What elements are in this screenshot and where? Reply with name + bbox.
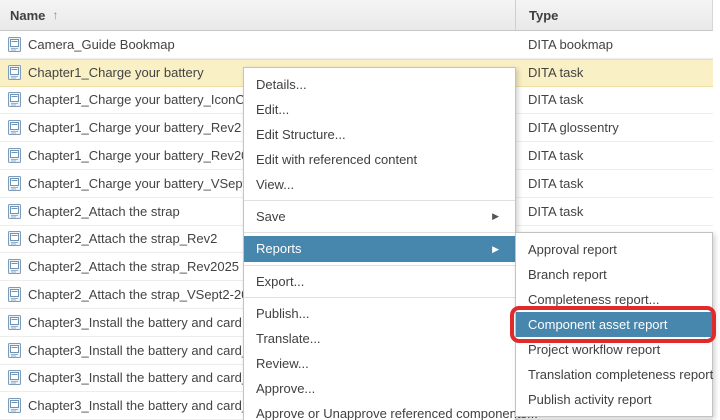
row-type-label: DITA glossentry bbox=[515, 120, 713, 135]
menu-item-label: Save bbox=[256, 209, 286, 224]
submenu-item-label: Completeness report... bbox=[528, 292, 660, 307]
menu-item-reports[interactable]: Reports ▶ bbox=[244, 236, 515, 262]
menu-item-label: Approve or Unapprove referenced componen… bbox=[256, 406, 538, 420]
row-type-label: DITA task bbox=[515, 65, 713, 80]
menu-item-publish[interactable]: Publish... bbox=[244, 301, 515, 326]
row-name-label: Chapter2_Attach the strap bbox=[28, 204, 180, 219]
row-type-label: DITA task bbox=[515, 92, 713, 107]
menu-item-label: Reports bbox=[256, 241, 302, 256]
row-name-label: Chapter3_Install the battery and card bbox=[28, 315, 242, 330]
submenu-item-label: Branch report bbox=[528, 267, 607, 282]
row-type-label: DITA bookmap bbox=[515, 37, 713, 52]
menu-item-label: Translate... bbox=[256, 331, 321, 346]
submenu-item-project-workflow-report[interactable]: Project workflow report bbox=[516, 337, 712, 362]
dita-file-icon bbox=[8, 398, 21, 413]
menu-item-save[interactable]: Save ▶ bbox=[244, 204, 515, 229]
menu-item-label: View... bbox=[256, 177, 294, 192]
row-name-label: Camera_Guide Bookmap bbox=[28, 37, 175, 52]
sort-ascending-icon[interactable]: ↑ bbox=[52, 8, 58, 22]
menu-item-label: Edit... bbox=[256, 102, 289, 117]
dita-file-icon bbox=[8, 37, 21, 52]
menu-item-review[interactable]: Review... bbox=[244, 351, 515, 376]
name-column-label: Name bbox=[10, 8, 45, 23]
menu-separator bbox=[244, 200, 515, 201]
menu-separator bbox=[244, 297, 515, 298]
dita-file-icon bbox=[8, 370, 21, 385]
type-column-label: Type bbox=[529, 8, 558, 23]
submenu-item-publish-activity-report[interactable]: Publish activity report bbox=[516, 387, 712, 412]
menu-item-label: Publish... bbox=[256, 306, 309, 321]
row-name-label: Chapter2_Attach the strap_VSept2-2025 bbox=[28, 287, 263, 302]
submenu-arrow-icon: ▶ bbox=[492, 236, 499, 262]
row-name-cell: Camera_Guide Bookmap bbox=[0, 37, 515, 52]
submenu-item-approval-report[interactable]: Approval report bbox=[516, 237, 712, 262]
row-name-label: Chapter1_Charge your battery bbox=[28, 65, 204, 80]
menu-item-approve[interactable]: Approve... bbox=[244, 376, 515, 401]
row-name-label: Chapter2_Attach the strap_Rev2025 bbox=[28, 259, 239, 274]
menu-item-label: Export... bbox=[256, 274, 304, 289]
context-menu: Details... Edit... Edit Structure... Edit w… bbox=[243, 67, 516, 420]
menu-item-view[interactable]: View... bbox=[244, 172, 515, 197]
menu-item-label: Edit with referenced content bbox=[256, 152, 417, 167]
submenu-item-label: Approval report bbox=[528, 242, 617, 257]
dita-file-icon bbox=[8, 120, 21, 135]
menu-item-translate[interactable]: Translate... bbox=[244, 326, 515, 351]
submenu-item-component-asset-report[interactable]: Component asset report bbox=[516, 312, 712, 337]
table-row[interactable]: Camera_Guide Bookmap DITA bookmap bbox=[0, 31, 713, 59]
row-name-label: Chapter2_Attach the strap_Rev2 bbox=[28, 231, 217, 246]
submenu-item-completeness-report[interactable]: Completeness report... bbox=[516, 287, 712, 312]
row-name-label: Chapter1_Charge your battery_Rev2025 bbox=[28, 148, 263, 163]
submenu-arrow-icon: ▶ bbox=[492, 204, 499, 229]
dita-file-icon bbox=[8, 204, 21, 219]
menu-separator bbox=[244, 265, 515, 266]
row-type-label: DITA task bbox=[515, 148, 713, 163]
menu-item-export[interactable]: Export... bbox=[244, 269, 515, 294]
screen: Name ↑ Type Camera_Guide Bookmap DITA boo… bbox=[0, 0, 720, 420]
dita-file-icon bbox=[8, 92, 21, 107]
row-name-label: Chapter3_Install the battery and card_Re… bbox=[28, 343, 280, 358]
menu-item-edit-structure[interactable]: Edit Structure... bbox=[244, 122, 515, 147]
submenu-item-label: Project workflow report bbox=[528, 342, 660, 357]
menu-item-label: Details... bbox=[256, 77, 307, 92]
submenu-item-label: Translation completeness report bbox=[528, 367, 713, 382]
submenu-item-label: Publish activity report bbox=[528, 392, 652, 407]
dita-file-icon bbox=[8, 259, 21, 274]
reports-submenu: Approval report Branch report Completeness… bbox=[515, 232, 713, 417]
row-type-label: DITA task bbox=[515, 176, 713, 191]
menu-item-approve-or-unapprove-referenced-components[interactable]: Approve or Unapprove referenced componen… bbox=[244, 401, 515, 420]
dita-file-icon bbox=[8, 148, 21, 163]
row-name-label: Chapter1_Charge your battery_IconCheck bbox=[28, 92, 272, 107]
menu-item-edit-with-referenced-content[interactable]: Edit with referenced content bbox=[244, 147, 515, 172]
dita-file-icon bbox=[8, 343, 21, 358]
dita-file-icon bbox=[8, 176, 21, 191]
dita-file-icon bbox=[8, 287, 21, 302]
row-type-label: DITA task bbox=[515, 204, 713, 219]
menu-item-edit[interactable]: Edit... bbox=[244, 97, 515, 122]
dita-file-icon bbox=[8, 231, 21, 246]
column-header-name[interactable]: Name ↑ bbox=[0, 0, 515, 30]
table-header: Name ↑ Type bbox=[0, 0, 713, 31]
menu-separator bbox=[244, 232, 515, 233]
submenu-item-translation-completeness-report[interactable]: Translation completeness report bbox=[516, 362, 712, 387]
dita-file-icon bbox=[8, 315, 21, 330]
menu-item-label: Edit Structure... bbox=[256, 127, 346, 142]
dita-file-icon bbox=[8, 65, 21, 80]
menu-item-label: Review... bbox=[256, 356, 309, 371]
column-header-type[interactable]: Type bbox=[515, 0, 712, 30]
submenu-item-label: Component asset report bbox=[528, 317, 667, 332]
menu-item-details[interactable]: Details... bbox=[244, 72, 515, 97]
menu-item-label: Approve... bbox=[256, 381, 315, 396]
row-name-label: Chapter1_Charge your battery_Rev2 bbox=[28, 120, 241, 135]
submenu-item-branch-report[interactable]: Branch report bbox=[516, 262, 712, 287]
